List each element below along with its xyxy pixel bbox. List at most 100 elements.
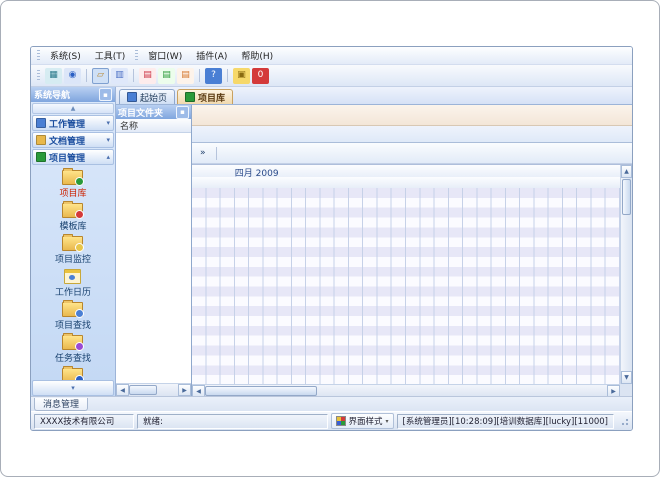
gantt-vertical-scrollbar[interactable]: ▲ ▼: [620, 165, 632, 384]
scroll-left-icon[interactable]: ◀: [116, 384, 129, 396]
sidebar-group-2[interactable]: 项目管理 ▴: [32, 149, 114, 165]
scroll-right-icon[interactable]: ▶: [607, 385, 620, 396]
sidebar-collapsed-group[interactable]: ▾: [32, 380, 114, 396]
open-folder-icon[interactable]: ▱: [92, 68, 109, 84]
scroll-left-icon[interactable]: ◀: [192, 385, 205, 396]
sidebar-item-label: 项目监控: [55, 252, 91, 265]
scrollbar-thumb[interactable]: [205, 386, 317, 396]
menu-item-4[interactable]: 帮助(H): [234, 48, 280, 63]
scrollbar-thumb[interactable]: [622, 179, 631, 215]
tab-起始页[interactable]: 起始页: [119, 89, 175, 104]
toolbar-overflow-button[interactable]: »: [196, 146, 210, 160]
report-red-icon[interactable]: ▤: [139, 68, 156, 84]
icon-decoration: [75, 210, 84, 219]
screenshot-frame: 系统(S)工具(T)窗口(W)插件(A)帮助(H) ▦◉▱▥▤▤▤?▣0 系统导…: [0, 0, 660, 477]
sidebar-item-label: 模板库: [59, 219, 86, 232]
sidebar-groups: 工作管理▾文档管理▾项目管理▴: [31, 114, 115, 165]
tree-column-header[interactable]: 名称: [116, 119, 191, 133]
sidebar-items: 项目库模板库项目监控工作日历项目查找任务查找项目文档查找: [31, 165, 115, 380]
grip-handle[interactable]: [135, 50, 138, 61]
scroll-down-icon[interactable]: ▼: [621, 371, 632, 384]
company-name: XXXX技术有限公司: [34, 414, 134, 429]
sidebar-collapse-button[interactable]: ▲: [32, 103, 114, 114]
sidebar-group-1[interactable]: 文档管理▾: [32, 132, 114, 148]
icon-decoration: [75, 342, 84, 351]
menu-bar: 系统(S)工具(T) 窗口(W)插件(A)帮助(H): [31, 47, 632, 65]
pin-icon[interactable]: ▪: [176, 106, 189, 119]
sidebar-item-label: 项目库: [59, 186, 86, 199]
tab-message-management[interactable]: 消息管理: [34, 398, 88, 411]
toolbar-separator: [133, 69, 134, 82]
document-tabs: 起始页项目库: [116, 87, 632, 105]
menu-item-1[interactable]: 工具(T): [88, 48, 133, 63]
menu-item-0[interactable]: 系统(S): [43, 48, 88, 63]
scroll-right-icon[interactable]: ▶: [178, 384, 191, 396]
gantt-grid: [192, 188, 620, 384]
gantt-chart: 四月 2009 ▲ ▼: [192, 164, 632, 396]
scroll-up-icon[interactable]: ▲: [621, 165, 632, 178]
sidebar-item-2[interactable]: 项目监控: [55, 236, 91, 265]
status-bar: XXXX技术有限公司 就绪: 界面样式 ▾ [系统管理员][10:28:09][…: [31, 411, 632, 430]
calendar-icon: [64, 269, 81, 284]
column-gridlines: [192, 188, 620, 384]
gantt-horizontal-scrollbar[interactable]: ◀ ▶: [192, 384, 620, 396]
monitor-icon[interactable]: ▥: [111, 68, 128, 84]
tree-body: [116, 133, 191, 383]
toolbar: ▦◉▱▥▤▤▤?▣0: [31, 65, 632, 87]
main-area: 系统导航 ▪ ▲ 工作管理▾文档管理▾项目管理▴ 项目库模板库项目监控工作日历项…: [31, 87, 632, 396]
sidebar-item-3[interactable]: 工作日历: [55, 269, 91, 298]
resize-grip[interactable]: [619, 416, 629, 426]
chevron-down-icon: ▾: [71, 384, 75, 392]
sidebar-item-0[interactable]: 项目库: [59, 170, 86, 199]
group-icon: [36, 152, 46, 162]
stop-icon[interactable]: 0: [252, 68, 269, 84]
sidebar-title: 系统导航: [34, 88, 70, 101]
globe-icon[interactable]: ◉: [64, 68, 81, 84]
tab-icon: [127, 92, 137, 102]
tree-panel-title: 项目文件夹: [118, 106, 163, 119]
ui-style-label: 界面样式: [349, 415, 383, 427]
sidebar-item-6[interactable]: 项目文档查找: [46, 368, 100, 380]
scrollbar-thumb[interactable]: [129, 385, 157, 395]
tab-项目库[interactable]: 项目库: [177, 89, 233, 104]
project-tree-panel: 项目文件夹 ▪ 名称 ◀ ▶: [116, 105, 192, 396]
pin-icon[interactable]: ▪: [99, 88, 112, 101]
sidebar-group-0[interactable]: 工作管理 ▾: [32, 115, 114, 131]
sidebar-header: 系统导航 ▪: [31, 87, 115, 102]
group-label: 项目管理: [49, 151, 85, 164]
icon-decoration: [75, 375, 84, 380]
gantt-panel: » 四月 2009: [192, 105, 632, 396]
content-row: 项目文件夹 ▪ 名称 ◀ ▶: [116, 105, 632, 396]
sidebar-item-1[interactable]: 模板库: [59, 203, 86, 232]
report-green-icon[interactable]: ▤: [158, 68, 175, 84]
folder-icon: [62, 203, 83, 218]
sidebar-item-label: 任务查找: [55, 351, 91, 364]
toolbar-separator: [86, 69, 87, 82]
report-orange-icon[interactable]: ▤: [177, 68, 194, 84]
computer-icon[interactable]: ▦: [45, 68, 62, 84]
grip-handle[interactable]: [37, 70, 40, 81]
sidebar-item-label: 项目查找: [55, 318, 91, 331]
ui-style-dropdown[interactable]: 界面样式 ▾: [331, 413, 394, 429]
chevron-down-icon: ▾: [106, 136, 110, 144]
style-palette-icon: [336, 416, 346, 426]
scrollbar-corner: [620, 384, 632, 396]
tab-icon: [185, 92, 195, 102]
right-zone: 起始页项目库 项目文件夹 ▪ 名称 ◀ ▶: [116, 87, 632, 396]
chevron-down-icon: ▾: [106, 119, 110, 127]
chevron-up-icon: ▴: [106, 153, 110, 161]
sidebar-item-label: 工作日历: [55, 285, 91, 298]
sidebar-item-5[interactable]: 任务查找: [55, 335, 91, 364]
sidebar-item-4[interactable]: 项目查找: [55, 302, 91, 331]
icon-decoration: [75, 243, 84, 252]
grip-handle[interactable]: [37, 50, 40, 61]
menu-item-3[interactable]: 插件(A): [189, 48, 234, 63]
menu-item-2[interactable]: 窗口(W): [141, 48, 189, 63]
help-icon[interactable]: ?: [205, 68, 222, 84]
lock-icon[interactable]: ▣: [233, 68, 250, 84]
tree-horizontal-scrollbar[interactable]: ◀ ▶: [116, 383, 191, 396]
bottom-dock-tabrow: 消息管理: [31, 396, 632, 411]
folder-icon: [62, 368, 83, 380]
toolbar-separator: [227, 69, 228, 82]
group-label: 工作管理: [49, 117, 85, 130]
